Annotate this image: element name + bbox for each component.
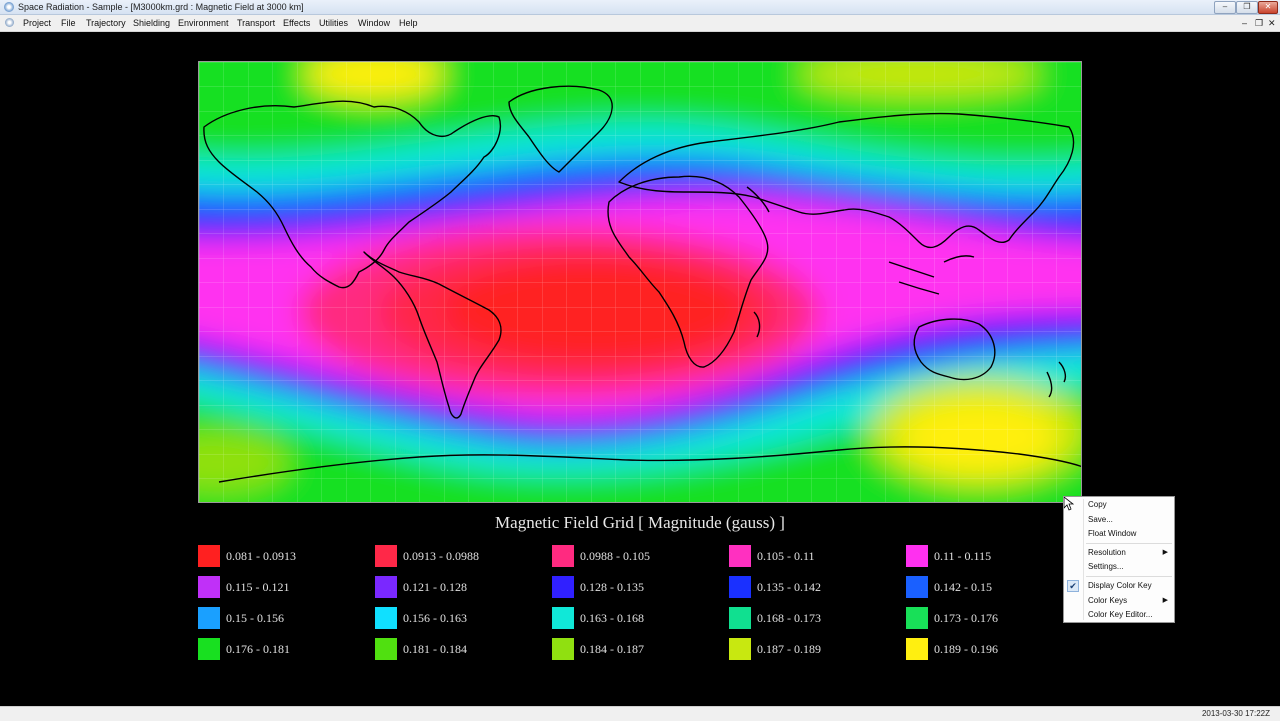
context-menu-separator xyxy=(1086,543,1172,544)
context-menu-item-label: Save... xyxy=(1088,515,1113,524)
checkmark-icon: ✔ xyxy=(1067,580,1079,592)
legend-swatch xyxy=(552,638,574,660)
context-menu-item-label: Settings... xyxy=(1088,562,1124,571)
close-button[interactable]: ✕ xyxy=(1258,1,1278,14)
minimize-button[interactable]: – xyxy=(1214,1,1236,14)
menu-trajectory[interactable]: Trajectory xyxy=(86,17,126,29)
legend-label: 0.135 - 0.142 xyxy=(757,580,821,594)
context-menu-item-label: Copy xyxy=(1088,500,1107,509)
legend-label: 0.0988 - 0.105 xyxy=(580,549,650,563)
context-menu-item-label: Float Window xyxy=(1088,529,1137,538)
legend-swatch xyxy=(906,607,928,629)
menu-effects[interactable]: Effects xyxy=(283,17,310,29)
submenu-arrow-icon: ▶ xyxy=(1162,549,1168,556)
context-menu-item-display-color-key[interactable]: ✔ Display Color Key xyxy=(1064,579,1174,593)
legend-label: 0.15 - 0.156 xyxy=(226,611,284,625)
context-menu: Copy Save... Float Window Resolution ▶ Se… xyxy=(1063,496,1175,623)
magnetic-field-map[interactable] xyxy=(198,61,1082,503)
mouse-cursor-icon xyxy=(1064,497,1074,511)
legend-label: 0.115 - 0.121 xyxy=(226,580,290,594)
legend-swatch xyxy=(906,576,928,598)
legend-swatch xyxy=(198,576,220,598)
legend-label: 0.173 - 0.176 xyxy=(934,611,998,625)
legend-swatch xyxy=(729,607,751,629)
legend-swatch xyxy=(906,638,928,660)
menu-window[interactable]: Window xyxy=(358,17,390,29)
legend-label: 0.184 - 0.187 xyxy=(580,642,644,656)
legend-swatch xyxy=(198,545,220,567)
legend-swatch xyxy=(729,576,751,598)
context-menu-item-resolution[interactable]: Resolution ▶ xyxy=(1064,546,1174,560)
legend-label: 0.105 - 0.11 xyxy=(757,549,815,563)
title-bar: Space Radiation - Sample - [M3000km.grd … xyxy=(0,0,1280,15)
mdi-close-button[interactable]: ✕ xyxy=(1268,17,1276,29)
legend-swatch xyxy=(198,638,220,660)
legend-label: 0.156 - 0.163 xyxy=(403,611,467,625)
window-title: Space Radiation - Sample - [M3000km.grd … xyxy=(18,2,304,12)
legend-swatch xyxy=(552,607,574,629)
legend-swatch xyxy=(729,638,751,660)
submenu-arrow-icon: ▶ xyxy=(1162,597,1168,604)
menu-project[interactable]: Project xyxy=(23,17,51,29)
legend-label: 0.181 - 0.184 xyxy=(403,642,467,656)
menu-environment[interactable]: Environment xyxy=(178,17,229,29)
context-menu-item-label: Resolution xyxy=(1088,548,1126,557)
status-bar: 2013-03-30 17:22Z xyxy=(0,706,1280,721)
chart-title: Magnetic Field Grid [ Magnitude (gauss) … xyxy=(495,513,785,532)
legend-swatch xyxy=(552,545,574,567)
legend-label: 0.121 - 0.128 xyxy=(403,580,467,594)
menu-transport[interactable]: Transport xyxy=(237,17,275,29)
legend-swatch xyxy=(375,545,397,567)
maximize-button[interactable]: ❐ xyxy=(1236,1,1258,14)
legend-swatch xyxy=(552,576,574,598)
context-menu-separator xyxy=(1086,576,1172,577)
legend-label: 0.081 - 0.0913 xyxy=(226,549,296,563)
context-menu-item-color-keys[interactable]: Color Keys ▶ xyxy=(1064,594,1174,608)
context-menu-item-label: Display Color Key xyxy=(1088,581,1152,590)
legend-swatch xyxy=(375,576,397,598)
document-icon[interactable] xyxy=(5,18,14,27)
context-menu-item-label: Color Keys xyxy=(1088,596,1128,605)
status-timestamp: 2013-03-30 17:22Z xyxy=(1201,709,1270,718)
legend-label: 0.128 - 0.135 xyxy=(580,580,644,594)
mdi-restore-button[interactable]: ❐ xyxy=(1255,17,1263,29)
context-menu-item-float-window[interactable]: Float Window xyxy=(1064,527,1174,541)
legend-swatch xyxy=(198,607,220,629)
menu-utilities[interactable]: Utilities xyxy=(319,17,348,29)
app-icon[interactable] xyxy=(4,2,14,12)
map-canvas xyxy=(199,62,1081,502)
legend-label: 0.176 - 0.181 xyxy=(226,642,290,656)
context-menu-item-color-key-editor[interactable]: Color Key Editor... xyxy=(1064,608,1174,622)
context-menu-item-copy[interactable]: Copy xyxy=(1064,498,1174,512)
context-menu-item-settings[interactable]: Settings... xyxy=(1064,560,1174,574)
legend-label: 0.11 - 0.115 xyxy=(934,549,992,563)
legend-swatch xyxy=(729,545,751,567)
legend-label: 0.0913 - 0.0988 xyxy=(403,549,479,563)
context-menu-item-label: Color Key Editor... xyxy=(1088,610,1153,619)
menu-shielding[interactable]: Shielding xyxy=(133,17,170,29)
legend-swatch xyxy=(375,607,397,629)
menu-file[interactable]: File xyxy=(61,17,76,29)
mdi-minimize-button[interactable]: – xyxy=(1242,17,1247,29)
legend-label: 0.187 - 0.189 xyxy=(757,642,821,656)
legend-label: 0.168 - 0.173 xyxy=(757,611,821,625)
context-menu-item-save[interactable]: Save... xyxy=(1064,513,1174,527)
legend-label: 0.142 - 0.15 xyxy=(934,580,992,594)
menu-bar: Project File Trajectory Shielding Enviro… xyxy=(0,15,1280,32)
legend-swatch xyxy=(906,545,928,567)
legend-swatch xyxy=(375,638,397,660)
legend-label: 0.163 - 0.168 xyxy=(580,611,644,625)
legend-label: 0.189 - 0.196 xyxy=(934,642,998,656)
menu-help[interactable]: Help xyxy=(399,17,418,29)
